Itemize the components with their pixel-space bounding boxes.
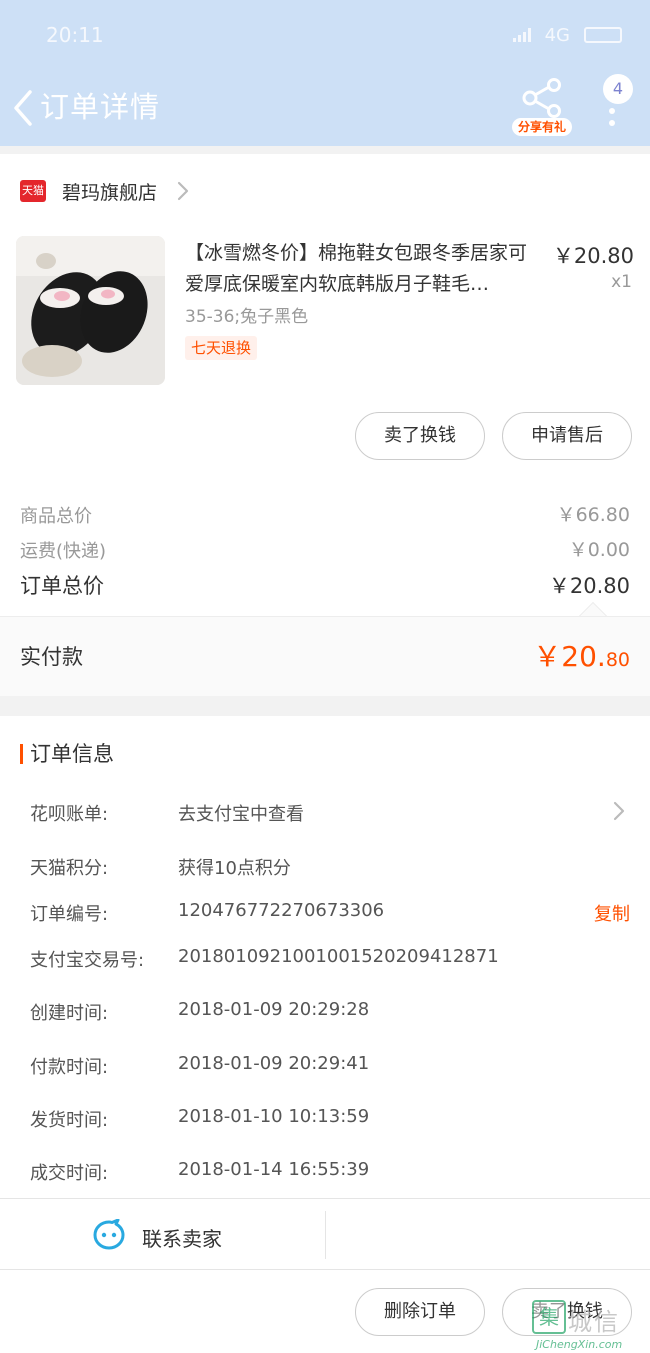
order-number-value: 120476772270673306 <box>178 900 385 921</box>
shipping-value: ￥0.00 <box>568 539 630 561</box>
share-tag: 分享有礼 <box>512 118 572 136</box>
chevron-right-icon <box>177 181 189 201</box>
shop-name: 碧玛旗舰店 <box>62 182 158 204</box>
status-icons: 4G <box>512 24 622 46</box>
goods-total-value: ￥66.80 <box>556 504 630 526</box>
watermark-text: 城信 <box>568 1308 620 1336</box>
divider <box>325 1211 326 1259</box>
network-type: 4G <box>544 24 570 46</box>
points-label: 天猫积分: <box>30 858 109 879</box>
product-sku: 35-36;兔子黑色 <box>185 307 309 327</box>
contact-seller-button[interactable]: 联系卖家 <box>0 1199 325 1271</box>
signal-icon <box>512 28 531 42</box>
order-total-value: ￥20.80 <box>548 574 630 598</box>
battery-icon <box>584 27 622 43</box>
after-sale-button[interactable]: 申请售后 <box>502 412 632 460</box>
paid-amount-row: 实付款 ￥20.80 <box>0 616 650 696</box>
alipay-trade-label: 支付宝交易号: <box>30 950 145 971</box>
more-menu-button[interactable]: 4 <box>598 74 638 144</box>
shipped-time-value: 2018-01-10 10:13:59 <box>178 1106 370 1127</box>
order-card: 天猫 碧玛旗舰店 【冰雪燃冬价】棉拖鞋女包跟冬季居家可爱厚底保暖室内软底韩版月子… <box>0 154 650 696</box>
shipping-label: 运费(快递) <box>20 541 107 562</box>
back-arrow-icon[interactable] <box>10 88 36 128</box>
paid-value-cents: 80 <box>605 649 630 671</box>
sell-for-cash-button[interactable]: 卖了换钱 <box>355 412 485 460</box>
points-value: 获得10点积分 <box>178 858 291 879</box>
contact-seller-label: 联系卖家 <box>142 1227 222 1251</box>
delete-order-button[interactable]: 删除订单 <box>355 1288 485 1336</box>
section-accent-bar <box>20 744 23 764</box>
product-image[interactable] <box>16 236 165 385</box>
paid-value-main: ￥20. <box>533 640 606 673</box>
more-dot-icon <box>609 108 615 114</box>
chat-bubble-icon <box>93 1219 125 1250</box>
share-icon <box>522 78 561 118</box>
order-total-label: 订单总价 <box>20 574 104 598</box>
shipped-time-label: 发货时间: <box>30 1110 109 1131</box>
chevron-right-icon[interactable] <box>612 800 626 822</box>
paid-time-value: 2018-01-09 20:29:41 <box>178 1053 370 1074</box>
paid-value: ￥20.80 <box>533 635 630 675</box>
share-button[interactable]: 分享有礼 <box>512 78 572 142</box>
completed-time-label: 成交时间: <box>30 1163 109 1184</box>
shop-row[interactable]: 天猫 碧玛旗舰店 <box>0 154 650 228</box>
status-time: 20:11 <box>46 23 104 47</box>
order-number-label: 订单编号: <box>30 904 109 925</box>
message-badge: 4 <box>603 74 633 104</box>
order-info-card: 订单信息 花呗账单: 去支付宝中查看 天猫积分: 获得10点积分 订单编号: 1… <box>0 716 650 1198</box>
more-dot-icon <box>609 120 615 126</box>
watermark: 集 城信 JiChengXin.com <box>532 1300 650 1353</box>
huabei-label: 花呗账单: <box>30 804 109 825</box>
contact-bar: 联系卖家 <box>0 1198 650 1270</box>
watermark-logo-icon: 集 <box>532 1300 566 1334</box>
completed-time-value: 2018-01-14 16:55:39 <box>178 1159 370 1180</box>
page-title: 订单详情 <box>40 90 161 124</box>
product-price: ￥20.80 <box>552 244 634 268</box>
nav-header: 订单详情 分享有礼 4 <box>0 70 650 146</box>
return-policy-badge: 七天退换 <box>185 336 258 360</box>
order-info-title: 订单信息 <box>30 742 114 766</box>
alipay-trade-value: 2018010921001001520209412871 <box>178 946 499 967</box>
created-time-label: 创建时间: <box>30 1003 109 1024</box>
watermark-url: JiChengXin.com <box>536 1338 623 1351</box>
goods-total-label: 商品总价 <box>20 506 92 527</box>
copy-order-number-button[interactable]: 复制 <box>594 900 630 926</box>
created-time-value: 2018-01-09 20:29:28 <box>178 999 370 1020</box>
tmall-logo-icon: 天猫 <box>20 180 46 202</box>
product-quantity: x1 <box>611 272 632 292</box>
paid-time-label: 付款时间: <box>30 1057 109 1078</box>
paid-label: 实付款 <box>20 645 83 669</box>
status-bar: 20:11 4G <box>0 0 650 70</box>
product-title[interactable]: 【冰雪燃冬价】棉拖鞋女包跟冬季居家可爱厚底保暖室内软底韩版月子鞋毛… <box>185 238 545 300</box>
huabei-value[interactable]: 去支付宝中查看 <box>178 800 304 826</box>
